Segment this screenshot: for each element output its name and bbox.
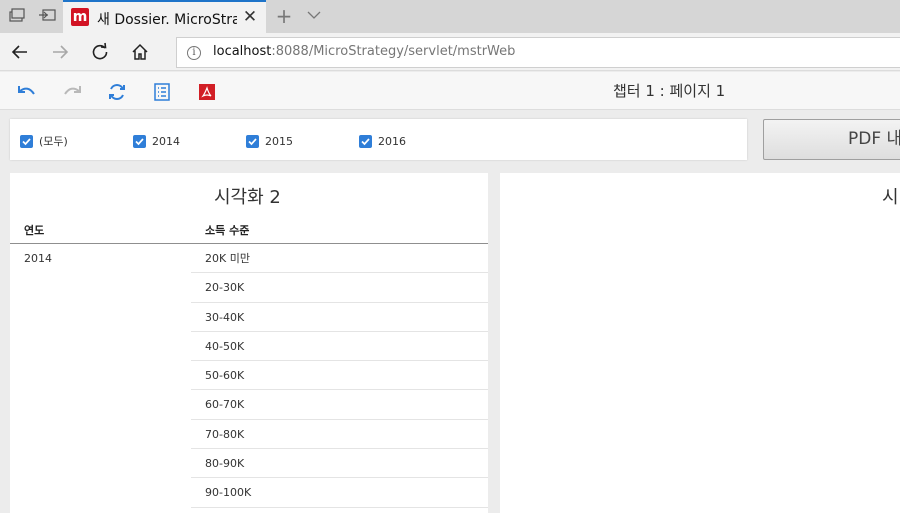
home-icon[interactable] — [128, 40, 152, 64]
tab-title: 새 Dossier. MicroStrategy — [97, 12, 237, 28]
browser-navigation-bar: i localhost:8088/MicroStrategy/servlet/m… — [0, 33, 900, 71]
browser-tab[interactable]: m 새 Dossier. MicroStrategy ✕ — [63, 0, 266, 33]
dossier-toolbar: 챕터 1 : 페이지 1 — [0, 72, 900, 110]
column-header-income-level[interactable]: 소득 수준 — [205, 222, 249, 238]
new-tab-plus-icon[interactable]: + — [274, 4, 294, 28]
checkbox-checked-icon — [246, 134, 259, 148]
refresh-icon[interactable] — [106, 81, 128, 103]
table-row-income-level[interactable]: 50-60K — [191, 361, 488, 391]
visualization-2-panel: 시각화 2 연도 소득 수준 2014 20K 미만 20-30K 30-40K… — [10, 173, 488, 513]
refresh-icon[interactable] — [88, 40, 112, 64]
checkbox-checked-icon — [20, 134, 33, 148]
filter-checkbox-label: 2015 — [265, 134, 293, 148]
back-arrow-icon[interactable] — [8, 40, 32, 64]
table-of-contents-icon[interactable] — [151, 81, 173, 103]
year-cell[interactable]: 2014 — [24, 252, 52, 265]
filter-checkbox-2016[interactable]: 2016 — [359, 133, 406, 149]
url-path: :8088/MicroStrategy/servlet/mstrWeb — [271, 44, 516, 59]
url-text: localhost:8088/MicroStrategy/servlet/mst… — [213, 44, 515, 59]
filter-checkbox-2015[interactable]: 2015 — [246, 133, 293, 149]
table-row-income-level[interactable]: 20-30K — [191, 273, 488, 303]
grid-header: 연도 소득 수준 — [10, 213, 488, 244]
filter-checkbox-2014[interactable]: 2014 — [133, 133, 180, 149]
table-row-income-level[interactable]: 20K 미만 — [191, 244, 488, 274]
info-icon[interactable]: i — [187, 46, 201, 60]
forward-arrow-icon[interactable] — [48, 40, 72, 64]
filter-checkbox-label: 2014 — [152, 134, 180, 148]
table-row-income-level[interactable]: 80-90K — [191, 449, 488, 479]
microstrategy-logo: m — [71, 8, 89, 26]
table-row-income-level[interactable]: 70-80K — [191, 420, 488, 450]
table-row-income-level[interactable]: 90-100K — [191, 478, 488, 508]
table-row-income-level[interactable]: 60-70K — [191, 390, 488, 420]
undo-icon[interactable] — [16, 81, 38, 103]
visualization-title: 시각화 2 — [214, 187, 281, 208]
close-icon[interactable]: ✕ — [240, 6, 260, 28]
pdf-icon[interactable] — [196, 81, 218, 103]
tabs-aside-icon[interactable] — [8, 8, 26, 24]
column-header-year[interactable]: 연도 — [24, 222, 44, 238]
url-host: localhost — [213, 44, 272, 59]
pdf-export-button[interactable]: PDF 내 — [763, 119, 900, 160]
set-aside-icon[interactable] — [38, 8, 56, 24]
table-row-income-level[interactable]: 40-50K — [191, 332, 488, 362]
address-bar[interactable]: i localhost:8088/MicroStrategy/servlet/m… — [176, 37, 900, 68]
checkbox-checked-icon — [359, 134, 372, 148]
page-title: 챕터 1 : 페이지 1 — [613, 82, 726, 100]
filter-checkbox-label: 2016 — [378, 134, 406, 148]
chevron-down-icon[interactable] — [305, 6, 323, 26]
visualization-title: 시 — [882, 187, 899, 208]
year-filter-bar: (모두) 2014 2015 2016 — [10, 119, 747, 160]
filter-checkbox-label: (모두) — [39, 135, 68, 148]
income-level-column: 20K 미만 20-30K 30-40K 40-50K 50-60K 60-70… — [191, 244, 488, 508]
filter-checkbox-all[interactable]: (모두) — [20, 133, 68, 149]
browser-tab-strip: m 새 Dossier. MicroStrategy ✕ + — [0, 0, 900, 33]
visualization-right-panel: 시 — [500, 173, 900, 513]
table-row-income-level[interactable]: 30-40K — [191, 303, 488, 332]
checkbox-checked-icon — [133, 134, 146, 148]
redo-icon[interactable] — [61, 81, 83, 103]
